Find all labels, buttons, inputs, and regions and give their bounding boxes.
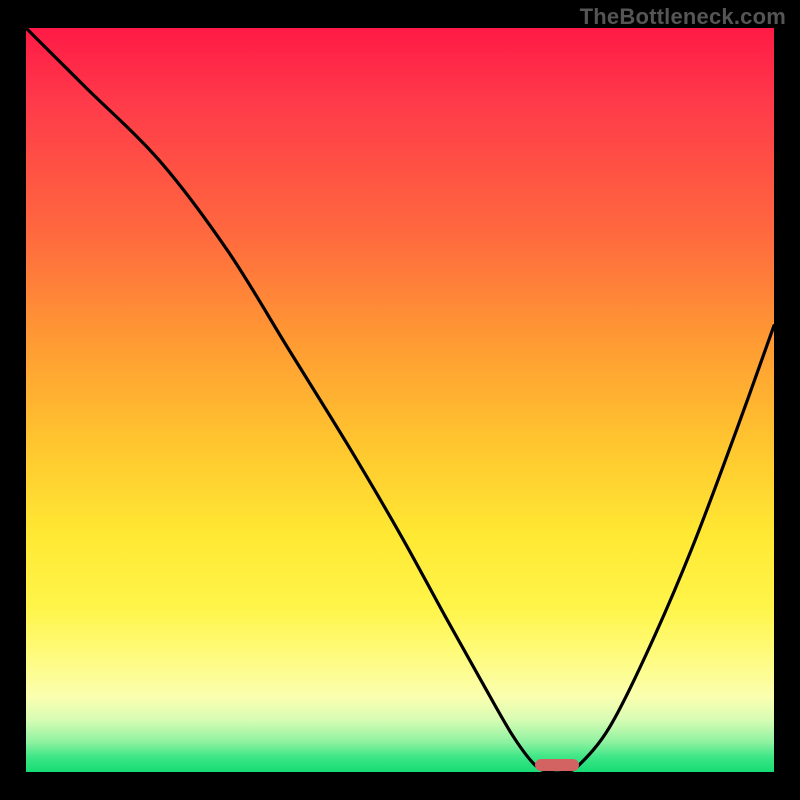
watermark-text: TheBottleneck.com xyxy=(580,4,786,30)
bottleneck-curve xyxy=(26,28,774,772)
curve-path xyxy=(26,28,774,772)
plot-area xyxy=(26,28,774,772)
chart-container: TheBottleneck.com xyxy=(0,0,800,800)
optimal-marker xyxy=(535,759,580,771)
